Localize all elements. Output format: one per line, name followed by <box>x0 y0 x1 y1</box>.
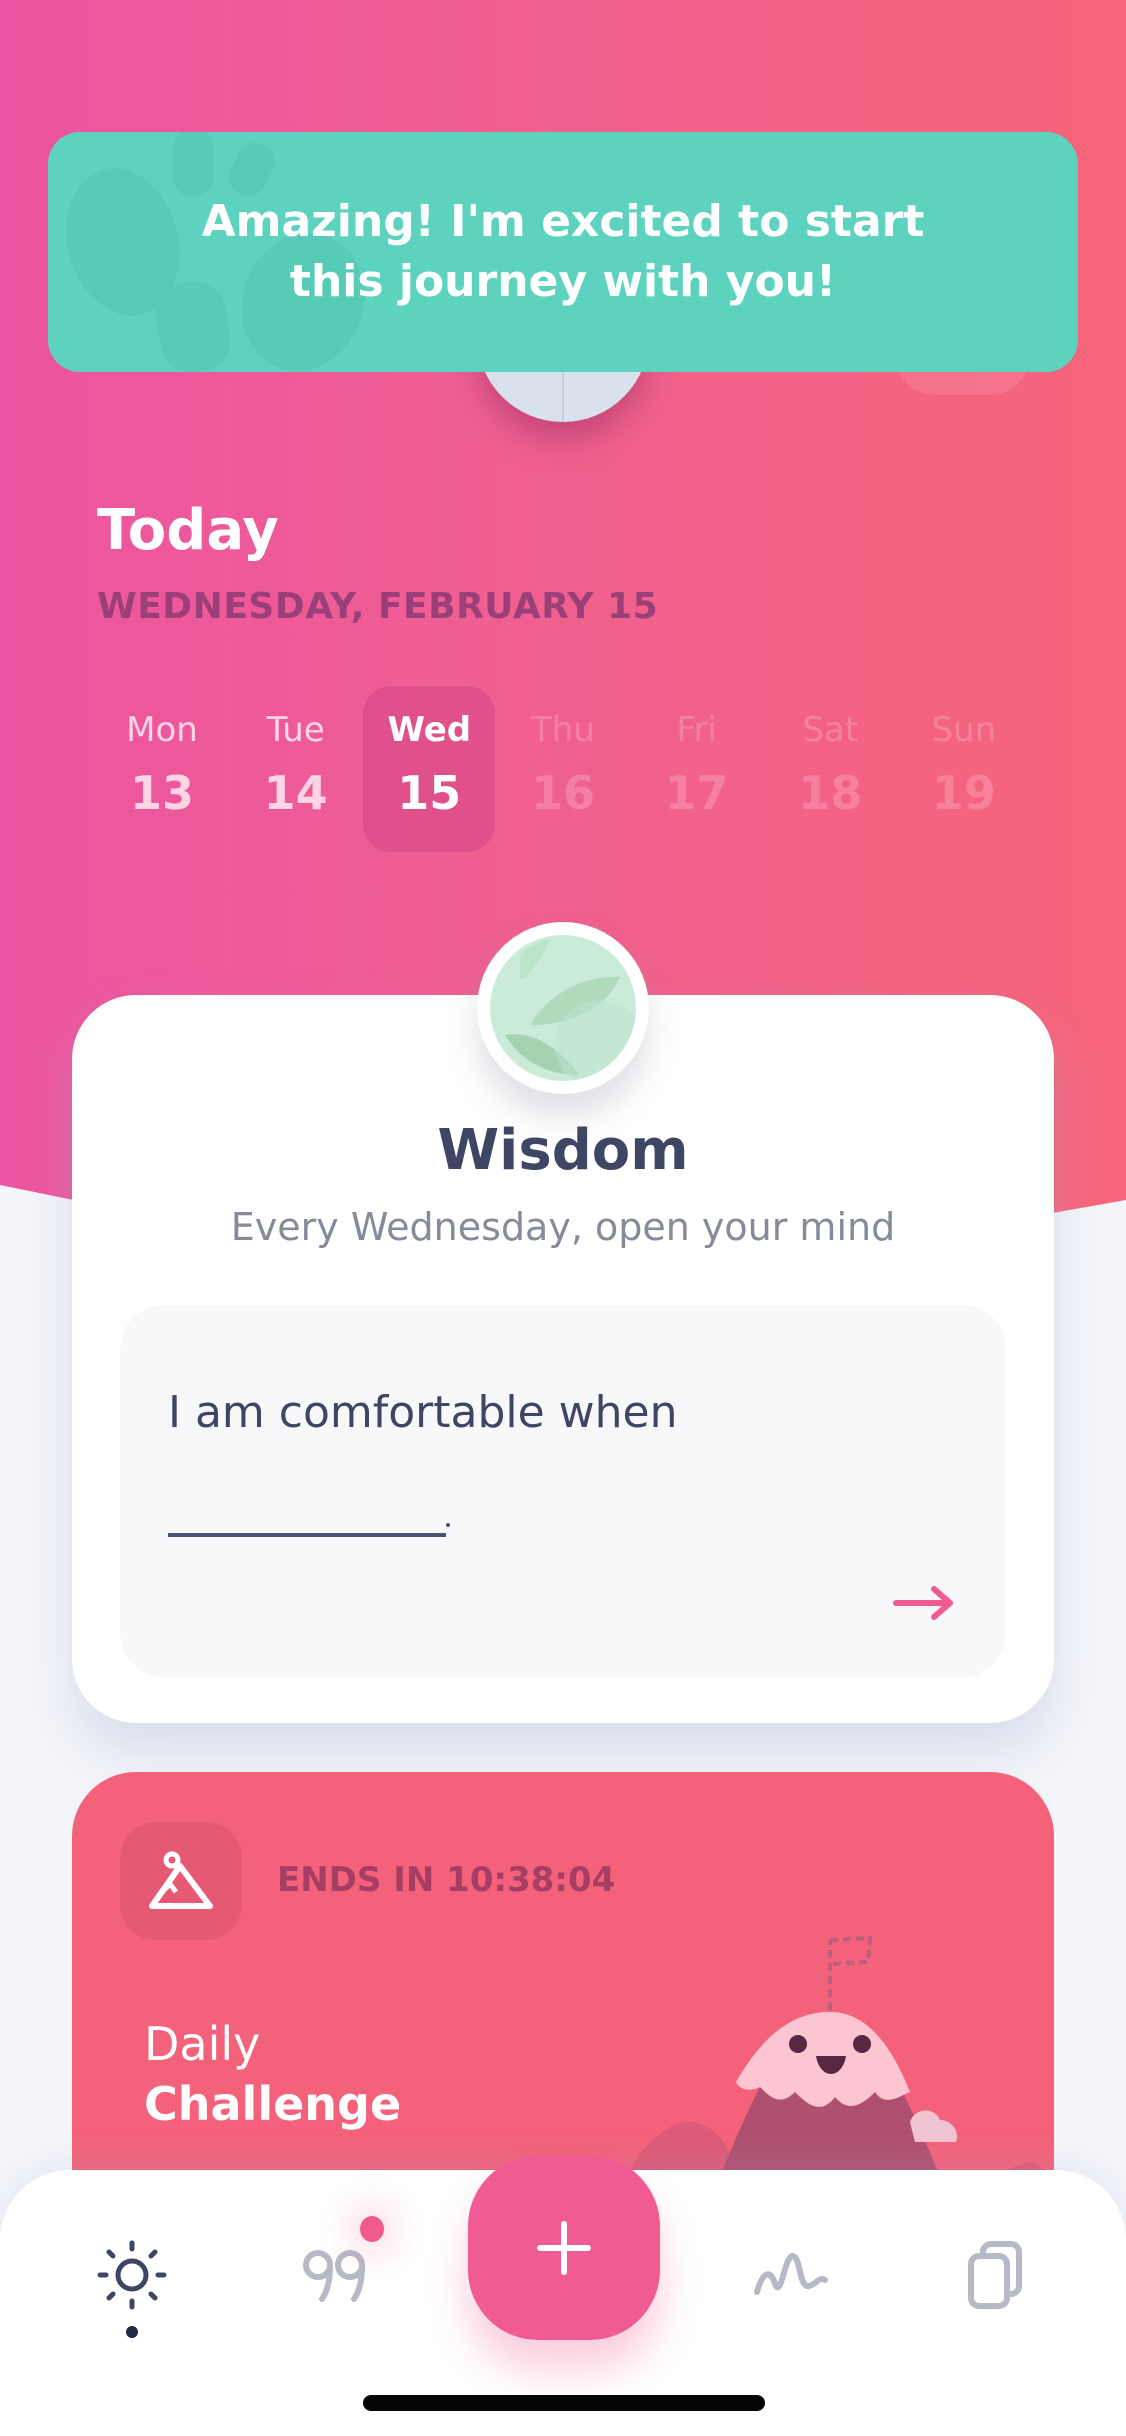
day-number: 13 <box>129 766 194 820</box>
arrow-right-icon[interactable] <box>892 1583 956 1623</box>
sun-icon <box>97 2240 167 2310</box>
leaf-icon <box>505 940 636 1081</box>
day-name: Sun <box>931 710 997 750</box>
add-entry-button[interactable] <box>468 2156 660 2340</box>
cards-icon <box>968 2241 1022 2309</box>
banner-message: Amazing! I'm excited to start this journ… <box>201 196 925 307</box>
current-date: WEDNESDAY, FEBRUARY 15 <box>97 586 659 627</box>
day-number: 17 <box>664 766 729 820</box>
plus-icon <box>537 2221 591 2275</box>
day-tue[interactable]: Tue 14 <box>230 686 362 852</box>
day-name: Tue <box>266 710 325 750</box>
challenge-label-line1: Daily <box>144 2017 261 2071</box>
challenge-countdown: ENDS IN 10:38:04 <box>277 1860 616 1900</box>
day-number: 18 <box>798 766 863 820</box>
day-fri[interactable]: Fri 17 <box>631 686 763 852</box>
prompt-box[interactable]: I am comfortable when <box>120 1305 1006 1677</box>
quote-icon <box>303 2250 365 2302</box>
day-name: Wed <box>387 710 472 750</box>
week-strip: Mon 13 Tue 14 Wed 15 Thu 16 Fri 17 Sat 1… <box>96 686 1030 852</box>
wisdom-card[interactable]: I am comfortable when <box>72 995 1054 1723</box>
day-sun[interactable]: Sun 19 <box>898 686 1030 852</box>
day-number: 19 <box>931 766 996 820</box>
prompt-text: I am comfortable when <box>168 1387 678 1438</box>
nav-entries[interactable] <box>950 2230 1040 2320</box>
day-sat[interactable]: Sat 18 <box>764 686 896 852</box>
prompt-blank-line[interactable] <box>168 1533 446 1537</box>
day-name: Sat <box>802 710 859 750</box>
day-name: Mon <box>126 710 198 750</box>
wave-icon <box>754 2253 828 2295</box>
day-name: Fri <box>676 710 717 750</box>
active-tab-indicator <box>126 2326 138 2338</box>
day-mon[interactable]: Mon 13 <box>96 686 228 852</box>
prompt-period <box>446 1523 450 1527</box>
day-number: 16 <box>530 766 595 820</box>
wisdom-subtitle: Every Wednesday, open your mind <box>230 1205 896 1249</box>
day-wed-selected[interactable]: Wed 15 <box>363 686 496 852</box>
toast-banner: Amazing! I'm excited to start this journ… <box>48 132 1078 372</box>
page-title: Today <box>97 498 279 563</box>
day-name: Thu <box>531 710 595 750</box>
day-thu[interactable]: Thu 16 <box>497 686 629 852</box>
notification-badge <box>360 2216 384 2242</box>
nav-mood[interactable] <box>746 2230 836 2320</box>
mountain-icon <box>149 1851 213 1909</box>
challenge-icon-box <box>120 1822 242 1940</box>
home-indicator[interactable] <box>363 2395 765 2411</box>
wisdom-title: Wisdom <box>437 1118 689 1183</box>
challenge-label-line2: Challenge <box>144 2077 402 2131</box>
wisdom-leaf-avatar <box>477 922 649 1094</box>
day-number: 15 <box>397 766 462 820</box>
nav-quotes[interactable] <box>290 2230 380 2320</box>
day-number: 14 <box>263 766 328 820</box>
nav-today[interactable] <box>87 2230 177 2320</box>
